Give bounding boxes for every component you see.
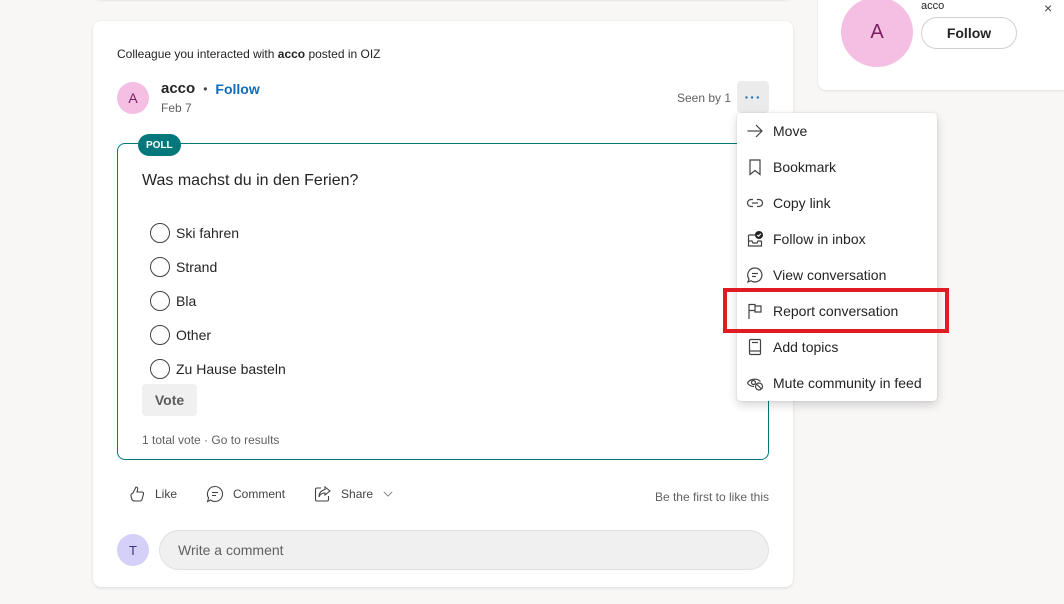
menu-item-add-topics[interactable]: Add topics [737, 329, 937, 365]
author-avatar[interactable]: A [117, 82, 149, 114]
poll: POLL Was machst du in den Ferien? Ski fa… [117, 134, 769, 460]
poll-badge: POLL [138, 134, 181, 156]
close-icon[interactable]: × [1044, 0, 1058, 16]
suggested-user-avatar[interactable]: A [841, 0, 913, 67]
context-user[interactable]: acco [278, 47, 305, 61]
menu-item-report-conversation[interactable]: Report conversation [737, 293, 937, 329]
poll-option[interactable]: Zu Hause basteln [150, 352, 286, 386]
current-user-avatar: T [117, 534, 149, 566]
more-options-menu: Move Bookmark Copy link Follow in inbox … [737, 113, 937, 401]
link-icon [746, 198, 764, 208]
topic-icon [748, 338, 762, 356]
menu-item-bookmark[interactable]: Bookmark [737, 149, 937, 185]
likes-summary: Be the first to like this [654, 490, 769, 504]
thumbs-up-icon [130, 486, 145, 502]
menu-item-copy-link[interactable]: Copy link [737, 185, 937, 221]
post-actions: Like Comment Share [127, 484, 423, 504]
eye-mute-icon [746, 378, 764, 391]
radio-button[interactable] [150, 223, 170, 243]
like-button[interactable]: Like [127, 484, 177, 504]
menu-item-view-conversation[interactable]: View conversation [737, 257, 937, 293]
poll-option[interactable]: Other [150, 318, 286, 352]
post-context: Colleague you interacted with acco poste… [117, 47, 381, 61]
poll-options: Ski fahren Strand Bla Other Zu Hause bas… [150, 216, 286, 386]
bookmark-icon [749, 159, 761, 176]
share-button[interactable]: Share [313, 484, 395, 504]
follow-author-link[interactable]: Follow [215, 81, 259, 97]
poll-option[interactable]: Strand [150, 250, 286, 284]
chevron-down-icon [383, 491, 393, 497]
radio-button[interactable] [150, 291, 170, 311]
poll-option[interactable]: Ski fahren [150, 216, 286, 250]
post-date[interactable]: Feb 7 [161, 101, 192, 115]
poll-footer: 1 total vote · Go to results [142, 433, 280, 447]
comment-input[interactable]: Write a comment [159, 530, 769, 570]
go-to-results-link[interactable]: Go to results [211, 433, 279, 447]
suggested-follow-button[interactable]: Follow [921, 17, 1017, 49]
poll-option[interactable]: Bla [150, 284, 286, 318]
flag-icon [748, 303, 762, 319]
context-community[interactable]: OIZ [361, 47, 381, 61]
separator-dot: • [203, 81, 208, 96]
suggested-user-name[interactable]: acco [921, 0, 944, 12]
post-card: Colleague you interacted with acco poste… [93, 21, 793, 587]
menu-item-follow-in-inbox[interactable]: Follow in inbox [737, 221, 937, 257]
seen-by[interactable]: Seen by 1 [677, 91, 731, 105]
inbox-follow-icon [747, 231, 763, 247]
share-icon [314, 485, 331, 502]
more-options-button[interactable]: ··· [737, 81, 769, 113]
comment-button[interactable]: Comment [205, 484, 285, 504]
radio-button[interactable] [150, 359, 170, 379]
arrow-right-icon [747, 124, 763, 138]
menu-item-move[interactable]: Move [737, 113, 937, 149]
author-row: acco • Follow [161, 80, 260, 97]
total-votes: 1 total vote [142, 433, 201, 447]
more-icon: ··· [744, 89, 762, 105]
chat-bubble-icon [747, 267, 763, 284]
poll-question: Was machst du in den Ferien? [142, 172, 359, 189]
vote-button[interactable]: Vote [142, 384, 197, 416]
comment-icon [206, 485, 224, 503]
menu-item-mute-community[interactable]: Mute community in feed [737, 365, 937, 401]
radio-button[interactable] [150, 325, 170, 345]
author-name[interactable]: acco [161, 80, 195, 97]
radio-button[interactable] [150, 257, 170, 277]
